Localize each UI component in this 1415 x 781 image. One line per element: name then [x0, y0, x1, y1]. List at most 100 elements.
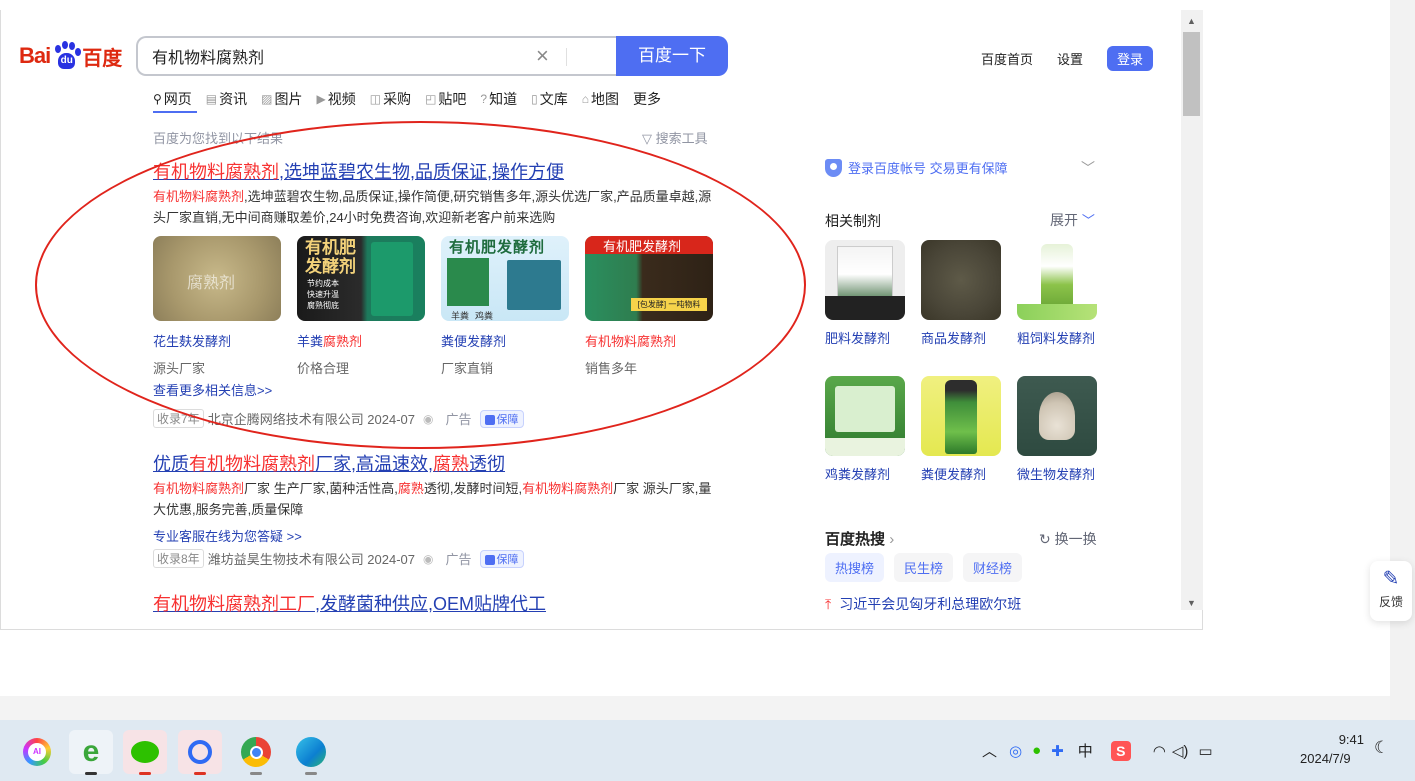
expand-button[interactable]: 展开 ﹀	[1050, 210, 1095, 230]
related-name[interactable]: 肥料发酵剂	[825, 328, 905, 372]
scroll-up-icon[interactable]: ▲	[1187, 16, 1196, 26]
sogou-icon[interactable]: S	[1110, 740, 1131, 761]
thumb-card[interactable]: 腐熟剂 花生麸发酵剂 源头厂家	[153, 236, 297, 377]
chevron-up-icon[interactable]: ︿	[982, 740, 997, 761]
volume-icon[interactable]: ◁)	[1172, 742, 1189, 760]
search-input[interactable]	[152, 47, 532, 65]
thumb-sub: 源头厂家	[153, 361, 206, 376]
login-tip[interactable]: 登录百度帐号 交易更有保障	[825, 158, 1008, 177]
see-more-link[interactable]: 查看更多相关信息>>	[153, 380, 272, 399]
related-image[interactable]	[921, 240, 1001, 320]
thumb-image[interactable]: 腐熟剂	[153, 236, 281, 321]
thumb-name[interactable]: 粪便发酵剂	[441, 331, 585, 350]
related-image[interactable]	[825, 240, 905, 320]
wifi-icon[interactable]: ◠	[1153, 742, 1166, 760]
tray-search-icon[interactable]: ◎	[1009, 742, 1022, 760]
search-button[interactable]: 百度一下	[616, 36, 728, 76]
related-item[interactable]: 粪便发酵剂	[921, 376, 1017, 508]
thumb-card[interactable]: 有机肥发酵剂 羊粪 鸡粪 粪便发酵剂 厂家直销	[441, 236, 585, 377]
moon-icon[interactable]: ☾	[1374, 738, 1389, 758]
hot-tabs: 热搜榜 民生榜 财经榜	[825, 553, 1032, 582]
login-button[interactable]: 登录	[1107, 46, 1154, 71]
ai-assistant-icon[interactable]: AI	[15, 730, 59, 774]
guarantee-badge[interactable]: 保障	[479, 549, 524, 568]
related-image[interactable]	[825, 376, 905, 456]
thumb-sub: 价格合理	[297, 361, 350, 376]
hot-item[interactable]: ⤒ 习近平会见匈牙利总理欧尔班	[825, 594, 1021, 614]
related-name[interactable]: 粪便发酵剂	[921, 464, 1001, 508]
related-name[interactable]: 商品发酵剂	[921, 328, 1001, 372]
pin-top-icon: ⤒	[825, 595, 832, 612]
tab-map[interactable]: ⌂ 地图	[582, 89, 619, 109]
tab-more[interactable]: 更多	[633, 89, 661, 109]
tab-livelihood[interactable]: 民生榜	[894, 553, 954, 582]
tab-video[interactable]: ▶ 视频	[316, 89, 355, 109]
result-title[interactable]: 优质有机物料腐熟剂厂家,高温速效,腐熟透彻	[153, 450, 505, 476]
related-item[interactable]: 肥料发酵剂	[825, 240, 921, 372]
tab-finance[interactable]: 财经榜	[963, 553, 1023, 582]
scroll-down-icon[interactable]: ▼	[1187, 598, 1196, 608]
scrollbar[interactable]: ▲ ▼	[1181, 10, 1203, 610]
related-name[interactable]: 粗饲料发酵剂	[1017, 328, 1097, 372]
thumb-card[interactable]: 有机肥 发酵剂 节约成本 快速升温 腐熟彻底 羊粪腐熟剂 价格合理	[297, 236, 441, 377]
consult-link[interactable]: 专业客服在线为您答疑 >>	[153, 526, 302, 545]
scroll-thumb[interactable]	[1183, 32, 1200, 116]
tieba-icon: ◰	[425, 92, 437, 106]
tab-images[interactable]: ▨ 图片	[261, 89, 302, 109]
shopping-icon: ◫	[369, 92, 382, 106]
result-title[interactable]: 有机物料腐熟剂工厂,发酵菌种供应,OEM贴牌代工	[153, 590, 546, 616]
related-item[interactable]: 商品发酵剂	[921, 240, 1017, 372]
home-link[interactable]: 百度首页	[981, 49, 1033, 68]
shield-icon	[484, 414, 495, 425]
paw-icon: du	[51, 41, 82, 71]
baidu-logo[interactable]: Bai du 百度	[19, 40, 122, 72]
tab-news[interactable]: ▤ 资讯	[206, 89, 247, 109]
edge-icon[interactable]	[289, 730, 333, 775]
thumb-name[interactable]: 花生麸发酵剂	[153, 331, 297, 350]
result-title[interactable]: 有机物料腐熟剂,选坤蓝碧农生物,品质保证,操作方便	[153, 158, 564, 184]
tab-hot[interactable]: 热搜榜	[825, 553, 885, 582]
clock-time[interactable]: 9:41	[1330, 732, 1364, 747]
guarantee-badge[interactable]: 保障	[479, 409, 524, 428]
thumb-image[interactable]: 有机肥发酵剂 [包发酵] 一吨物料	[585, 236, 713, 321]
thumb-image[interactable]: 有机肥发酵剂 羊粪 鸡粪	[441, 236, 569, 321]
related-image[interactable]	[921, 376, 1001, 456]
tray-sync-icon[interactable]: ✚	[1051, 742, 1064, 760]
related-image[interactable]	[1017, 240, 1097, 320]
search-box[interactable]: ×	[136, 36, 617, 76]
tray-wechat-icon[interactable]: ●	[1032, 742, 1041, 759]
feedback-button[interactable]: ✎ 反馈	[1370, 561, 1412, 621]
info-icon[interactable]: ◉	[423, 552, 433, 566]
info-icon[interactable]: ◉	[423, 412, 433, 426]
thumb-card[interactable]: 有机肥发酵剂 [包发酵] 一吨物料 有机物料腐熟剂 销售多年	[585, 236, 729, 377]
tab-wenku[interactable]: ▯ 文库	[531, 89, 568, 109]
search-app-icon[interactable]	[178, 730, 222, 775]
chevron-down-icon[interactable]: ﹀	[1081, 158, 1095, 178]
tab-tieba[interactable]: ◰ 贴吧	[425, 89, 466, 109]
related-item[interactable]: 鸡粪发酵剂	[825, 376, 921, 508]
refresh-button[interactable]: ↻ 换一换	[1039, 529, 1097, 549]
related-image[interactable]	[1017, 376, 1097, 456]
battery-icon[interactable]: ▭	[1198, 742, 1212, 760]
thumb-name[interactable]: 羊粪腐熟剂	[297, 331, 441, 350]
tab-shopping[interactable]: ◫ 采购	[370, 89, 411, 109]
related-name[interactable]: 微生物发酵剂	[1017, 464, 1097, 508]
tab-zhidao[interactable]: ? 知道	[480, 89, 517, 109]
thumb-name[interactable]: 有机物料腐熟剂	[585, 331, 729, 350]
tab-web[interactable]: ⚲ 网页	[153, 89, 192, 109]
search-tools[interactable]: ▽ 搜索工具	[642, 128, 708, 147]
hot-search-title[interactable]: 百度热搜 ›	[825, 528, 894, 549]
thumb-sub: 厂家直销	[441, 361, 494, 376]
related-item[interactable]: 微生物发酵剂	[1017, 376, 1113, 508]
thumb-image[interactable]: 有机肥 发酵剂 节约成本 快速升温 腐熟彻底	[297, 236, 425, 321]
related-item[interactable]: 粗饲料发酵剂	[1017, 240, 1113, 372]
close-icon[interactable]: ×	[536, 44, 549, 68]
related-name[interactable]: 鸡粪发酵剂	[825, 464, 905, 508]
ime-indicator[interactable]: 中	[1078, 740, 1093, 761]
ie-browser-icon[interactable]: e	[69, 730, 113, 775]
video-icon: ▶	[316, 92, 326, 106]
clock-date[interactable]: 2024/7/9	[1300, 751, 1351, 766]
chrome-icon[interactable]	[234, 730, 278, 775]
settings-link[interactable]: 设置	[1057, 49, 1083, 68]
wechat-icon[interactable]	[123, 730, 167, 775]
